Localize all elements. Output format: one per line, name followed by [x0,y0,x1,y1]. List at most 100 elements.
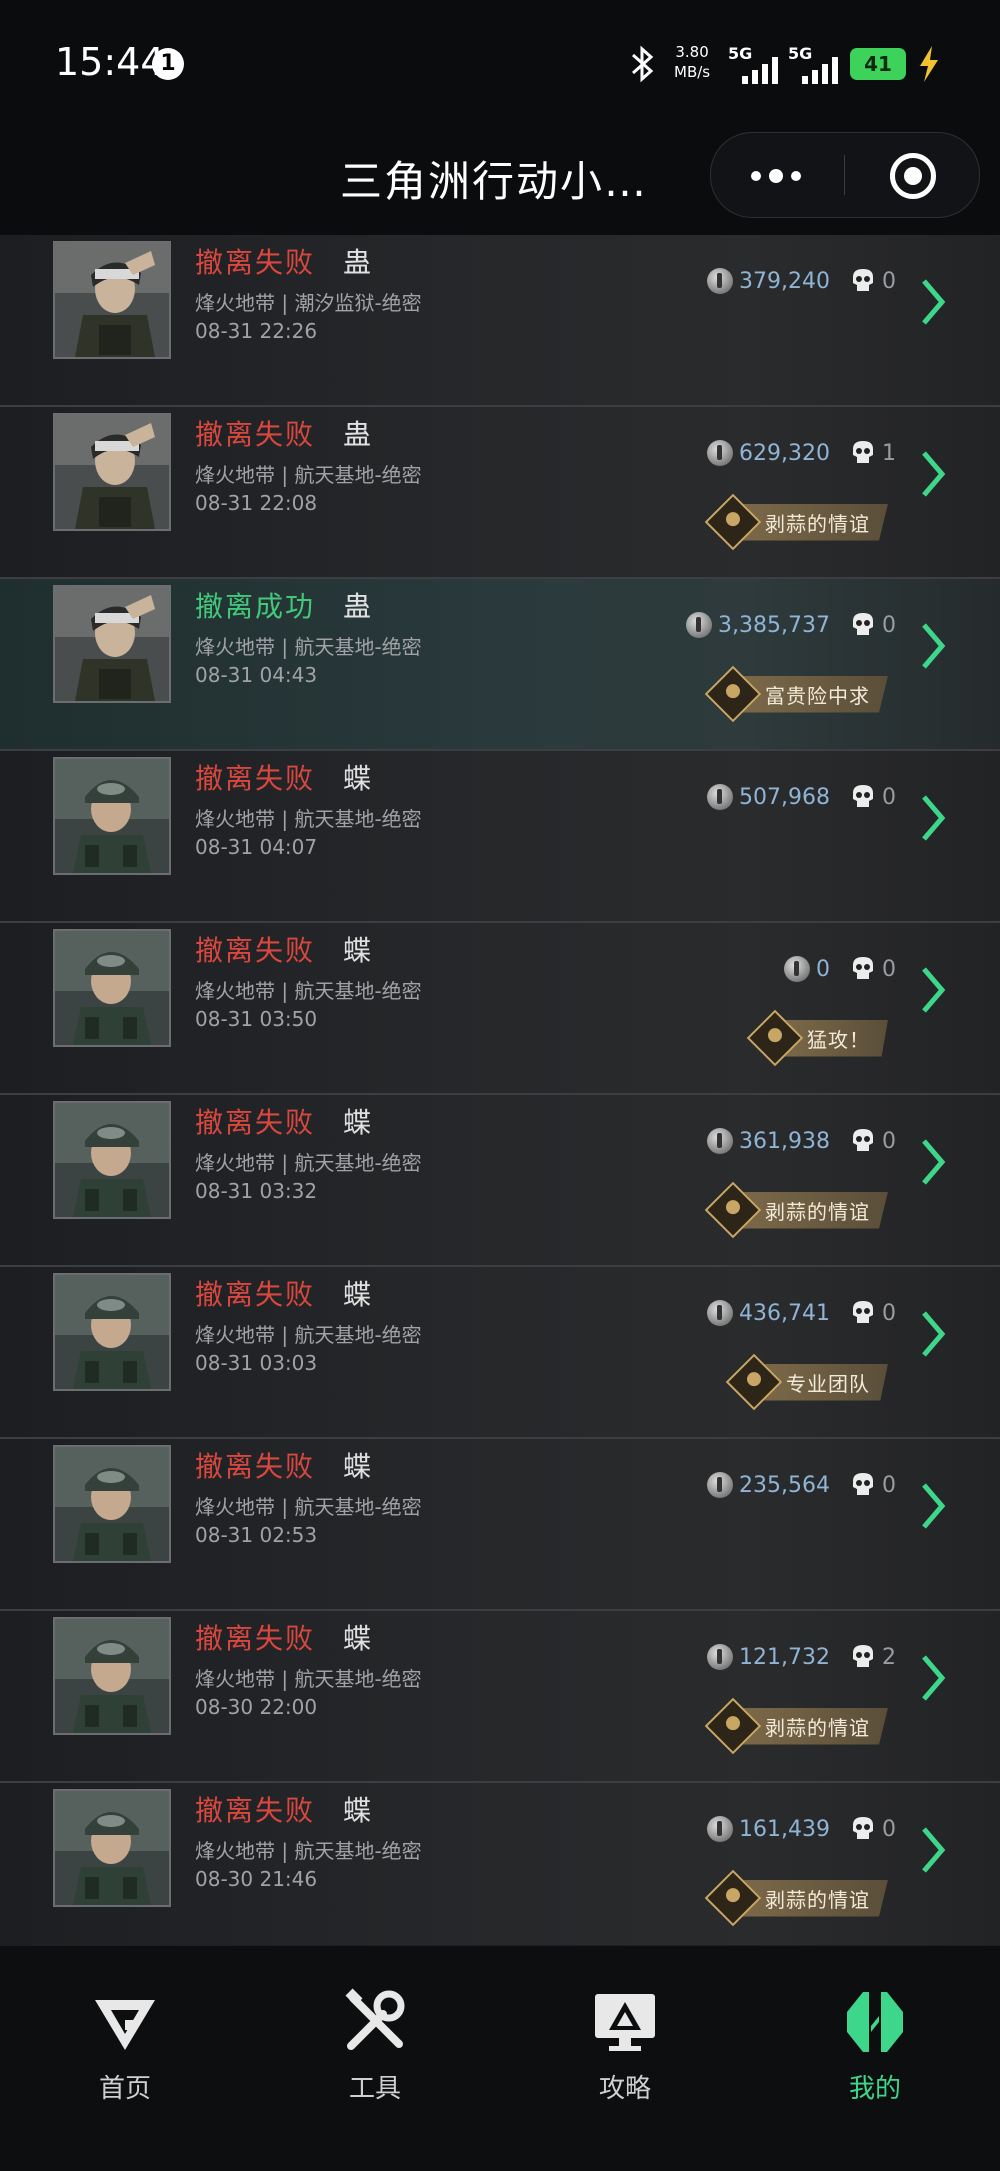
match-datetime: 08-31 03:03 [195,1351,318,1375]
map-info: 烽火地带 | 航天基地-绝密 [195,463,422,487]
skull-icon [853,1817,873,1839]
match-datetime: 08-31 02:53 [195,1523,318,1547]
badge-label: 剥蒜的情谊 [739,1191,888,1229]
chevron-right-icon[interactable] [918,1309,948,1359]
badge-medal-icon [704,493,762,551]
loot-and-kills: 235,564 0 [707,1469,896,1501]
achievement-badge: 剥蒜的情谊 [704,1869,888,1927]
bluetooth-icon [632,45,654,83]
map-info: 烽火地带 | 航天基地-绝密 [195,1839,422,1863]
loot-and-kills: 3,385,737 0 [686,609,896,641]
chevron-right-icon[interactable] [918,449,948,499]
chevron-right-icon[interactable] [918,1653,948,1703]
badge-medal-icon [746,1009,804,1067]
coin-icon [707,268,734,294]
match-datetime: 08-30 21:46 [195,1867,318,1891]
extraction-result: 撤离失败 [195,246,316,279]
loot-and-kills: 0 0 [784,953,896,985]
map-info: 烽火地带 | 航天基地-绝密 [195,1151,422,1175]
notification-count-badge: 1 [152,48,184,80]
kill-count: 0 [882,268,896,294]
tab-profile-label: 我的 [848,2074,901,2104]
loot-value: 235,564 [739,1472,830,1498]
guide-monitor-icon [595,1994,655,2051]
more-options-button[interactable] [711,133,844,217]
sim2-signal-icon: 5G [788,44,848,84]
achievement-badge: 富贵险中求 [704,665,888,723]
extraction-result: 撤离失败 [195,1794,316,1827]
operator-avatar [53,1273,171,1391]
coin-icon [707,1644,734,1670]
badge-medal-icon [704,1697,762,1755]
skull-icon [853,1645,873,1667]
extraction-result: 撤离失败 [195,1450,316,1483]
extraction-result: 撤离失败 [195,1278,316,1311]
kill-count: 0 [882,1472,896,1498]
achievement-badge: 剥蒜的情谊 [704,1697,888,1755]
match-row[interactable]: 撤离失败 蛊 烽火地带 | 潮汐监狱-绝密 08-31 22:26 379,24… [0,235,1000,407]
more-dot-icon [791,171,801,181]
extraction-result: 撤离失败 [195,1622,316,1655]
operator-name: 蛊 [343,418,372,451]
match-row[interactable]: 撤离失败 蝶 烽火地带 | 航天基地-绝密 08-31 03:50 0 0 猛攻… [0,923,1000,1095]
skull-icon [853,269,873,291]
operator-name: 蛊 [343,246,372,279]
match-datetime: 08-30 22:00 [195,1695,318,1719]
operator-avatar [53,757,171,875]
match-row[interactable]: 撤离失败 蝶 烽火地带 | 航天基地-绝密 08-31 04:07 507,96… [0,751,1000,923]
loot-value: 507,968 [739,784,830,810]
close-mini-program-button[interactable] [845,133,979,217]
chevron-right-icon[interactable] [918,1481,948,1531]
tab-home[interactable]: 首页 [25,1986,225,2126]
tab-tools-label: 工具 [348,2074,401,2104]
match-row[interactable]: 撤离失败 蛊 烽火地带 | 航天基地-绝密 08-31 22:08 629,32… [0,407,1000,579]
coin-icon [707,1300,734,1326]
match-datetime: 08-31 22:08 [195,491,318,515]
chevron-right-icon[interactable] [918,1137,948,1187]
operator-avatar [53,1789,171,1907]
loot-value: 379,240 [739,268,830,294]
tab-guide[interactable]: 攻略 [525,1986,725,2126]
operator-name: 蝶 [343,1794,372,1827]
chevron-right-icon[interactable] [918,621,948,671]
network-speed-value: 3.80 [675,43,709,61]
coin-icon [707,1816,734,1842]
skull-icon [853,1301,873,1323]
operator-name: 蝶 [343,1106,372,1139]
kill-count: 0 [882,956,896,982]
map-info: 烽火地带 | 潮汐监狱-绝密 [195,291,422,315]
chevron-right-icon[interactable] [918,965,948,1015]
chevron-right-icon[interactable] [918,277,948,327]
match-row[interactable]: 撤离失败 蝶 烽火地带 | 航天基地-绝密 08-31 02:53 235,56… [0,1439,1000,1611]
tab-profile[interactable]: 我的 [775,1986,975,2126]
loot-value: 436,741 [739,1300,830,1326]
match-row[interactable]: 撤离失败 蝶 烽火地带 | 航天基地-绝密 08-30 22:00 121,73… [0,1611,1000,1783]
kill-count: 0 [882,612,896,638]
kill-count: 1 [882,440,896,466]
coin-icon [707,784,734,810]
match-row[interactable]: 撤离失败 蝶 烽火地带 | 航天基地-绝密 08-31 03:03 436,74… [0,1267,1000,1439]
target-dot-icon [904,167,922,185]
badge-medal-icon [725,1353,783,1411]
home-logo-icon [95,2000,155,2050]
extraction-result: 撤离成功 [195,590,316,623]
match-datetime: 08-31 22:26 [195,319,318,343]
badge-label: 富贵险中求 [739,675,888,713]
chevron-right-icon[interactable] [918,793,948,843]
loot-value: 3,385,737 [718,612,830,638]
badge-label: 剥蒜的情谊 [739,1879,888,1917]
match-row[interactable]: 撤离失败 蝶 烽火地带 | 航天基地-绝密 08-30 21:46 161,43… [0,1783,1000,1945]
chevron-right-icon[interactable] [918,1825,948,1875]
operator-name: 蝶 [343,1450,372,1483]
match-row[interactable]: 撤离成功 蛊 烽火地带 | 航天基地-绝密 08-31 04:43 3,385,… [0,579,1000,751]
operator-avatar [53,929,171,1047]
loot-and-kills: 161,439 0 [707,1813,896,1845]
loot-value: 629,320 [739,440,830,466]
loot-and-kills: 121,732 2 [707,1641,896,1673]
map-info: 烽火地带 | 航天基地-绝密 [195,1495,422,1519]
loot-value: 0 [816,956,830,982]
achievement-badge: 剥蒜的情谊 [704,493,888,551]
achievement-badge: 专业团队 [725,1353,888,1411]
match-row[interactable]: 撤离失败 蝶 烽火地带 | 航天基地-绝密 08-31 03:32 361,93… [0,1095,1000,1267]
tab-tools[interactable]: 工具 [275,1986,475,2126]
